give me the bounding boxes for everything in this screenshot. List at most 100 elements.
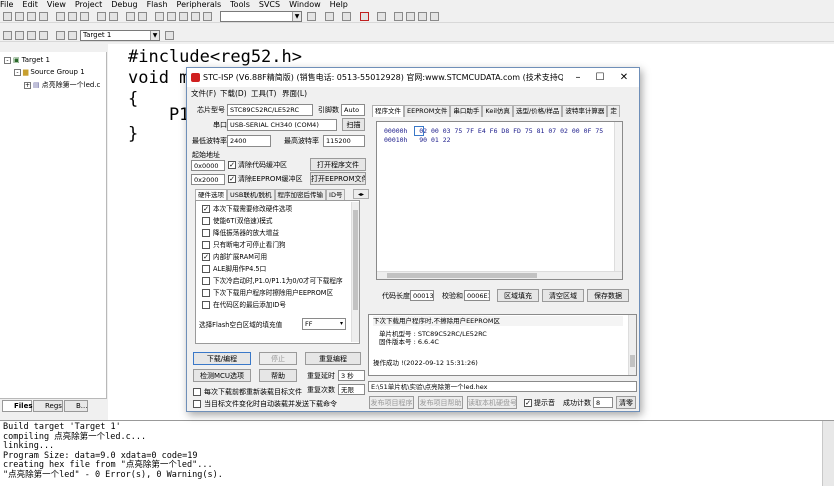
tree-file[interactable]: + ▤ 点亮除第一个led.c — [24, 80, 100, 90]
addr1-field[interactable]: 0x0000 — [191, 160, 225, 171]
port-select[interactable]: USB-SERIAL CH340 (COM4) — [227, 119, 337, 131]
menu-file[interactable]: File — [0, 0, 13, 9]
option-checkbox-6[interactable] — [202, 277, 210, 285]
tab-program-file[interactable]: 程序文件 — [372, 105, 404, 117]
collapse-icon[interactable]: - — [4, 57, 11, 64]
isp-titlebar[interactable]: STC-ISP (V6.88F精简版) (销售电话: 0513-55012928… — [187, 68, 639, 87]
tab-eeprom-file[interactable]: EEPROM文件 — [404, 105, 451, 117]
hex-hscrollbar[interactable] — [377, 271, 622, 279]
clear-area-button[interactable]: 清空区域 — [542, 289, 584, 302]
clear-code-checkbox[interactable]: ✓ — [228, 161, 236, 169]
unindent-icon[interactable] — [203, 12, 212, 21]
isp-menu-download[interactable]: 下载(D) — [220, 87, 247, 100]
chip-select[interactable]: STC89C52RC/LE52RC — [227, 104, 313, 116]
tree-group[interactable]: - ▆ Source Group 1 — [14, 68, 85, 76]
window-icon[interactable] — [418, 12, 427, 21]
menu-debug[interactable]: Debug — [111, 0, 137, 9]
manage-project-icon[interactable] — [165, 31, 174, 40]
open-program-button[interactable]: 打开程序文件 — [310, 158, 366, 171]
clear-breakpoints-icon[interactable] — [394, 12, 403, 21]
isp-menu-file[interactable]: 文件(F) — [191, 87, 216, 100]
hex-view[interactable]: 00000h 02 00 03 75 7F E4 F6 D8 FD 75 81 … — [376, 121, 623, 280]
open-eeprom-button[interactable]: 打开EEPROM文件 — [310, 172, 366, 185]
menu-view[interactable]: View — [47, 0, 66, 9]
cut-icon[interactable] — [56, 12, 65, 21]
repeat-count-select[interactable]: 无限 — [338, 384, 365, 395]
paste-icon[interactable] — [80, 12, 89, 21]
new-file-icon[interactable] — [3, 12, 12, 21]
tab-files[interactable]: Files — [2, 400, 33, 412]
reprogram-button[interactable]: 重复编程 — [305, 352, 361, 365]
tab-keil-sim[interactable]: Keil仿真 — [482, 105, 513, 117]
bookmark-next-icon[interactable] — [179, 12, 188, 21]
print-icon[interactable] — [342, 12, 351, 21]
fill-area-button[interactable]: 区域填充 — [497, 289, 539, 302]
read-serial-button[interactable]: 读取本机硬盘号 — [467, 396, 517, 409]
menu-project[interactable]: Project — [75, 0, 102, 9]
isp-menu-interface[interactable]: 界面(L) — [282, 87, 307, 100]
options-scroll-thumb[interactable] — [353, 210, 358, 310]
nav-forward-icon[interactable] — [138, 12, 147, 21]
collapse-icon[interactable]: - — [14, 69, 21, 76]
menu-peripherals[interactable]: Peripherals — [177, 0, 222, 9]
tree-target[interactable]: - ▣ Target 1 — [4, 56, 50, 64]
minimize-icon[interactable]: – — [567, 68, 589, 87]
indent-icon[interactable] — [191, 12, 200, 21]
chevron-down-icon[interactable]: ▼ — [150, 31, 159, 40]
menu-help[interactable]: Help — [330, 0, 348, 9]
save-data-button[interactable]: 保存数据 — [587, 289, 629, 302]
find-combo[interactable]: ▼ — [220, 11, 302, 22]
bookmark-icon[interactable] — [155, 12, 164, 21]
menu-tools[interactable]: Tools — [230, 0, 250, 9]
maximize-icon[interactable]: ☐ — [589, 68, 611, 87]
repeat-delay-select[interactable]: 3 秒 — [338, 370, 365, 381]
option-checkbox-8[interactable] — [202, 301, 210, 309]
detect-mcu-button[interactable]: 检测MCU选项 — [193, 369, 251, 382]
build-icon[interactable] — [15, 31, 24, 40]
target-select[interactable]: Target 1 ▼ — [80, 30, 160, 41]
help-button[interactable]: 帮助 — [259, 369, 297, 382]
bookmark-prev-icon[interactable] — [167, 12, 176, 21]
menu-flash[interactable]: Flash — [147, 0, 168, 9]
tab-scroll-arrows[interactable]: ◂▸ — [353, 189, 369, 199]
publish-help-button[interactable]: 发布项目帮助 — [418, 396, 463, 409]
breakpoint-icon[interactable] — [377, 12, 386, 21]
clear-eeprom-checkbox[interactable]: ✓ — [228, 175, 236, 183]
hex-path-field[interactable]: E:\51单片机\实验\点亮除第一个led.hex — [368, 381, 637, 392]
option-checkbox-5[interactable] — [202, 265, 210, 273]
stop-button[interactable]: 停止 — [259, 352, 297, 365]
tab-selection[interactable]: 选型/价格/样品 — [512, 105, 563, 117]
tab-baud-calc[interactable]: 波特率计算器 — [562, 105, 608, 117]
save-icon[interactable] — [27, 12, 36, 21]
output-scrollbar[interactable] — [822, 421, 834, 486]
download-icon[interactable] — [39, 31, 48, 40]
auto-send-checkbox[interactable] — [193, 400, 201, 408]
addr2-field[interactable]: 0x2000 — [191, 174, 225, 185]
menu-edit[interactable]: Edit — [22, 0, 38, 9]
close-icon[interactable]: ✕ — [613, 68, 635, 87]
tab-serial-helper[interactable]: 串口助手 — [450, 105, 483, 117]
stop-build-icon[interactable] — [56, 31, 65, 40]
chevron-down-icon[interactable]: ▾ — [340, 319, 343, 329]
status-scrollbar[interactable] — [628, 315, 636, 375]
find-in-files-icon[interactable] — [325, 12, 334, 21]
isp-menu-tools[interactable]: 工具(T) — [251, 87, 276, 100]
scan-button[interactable]: 扫描 — [342, 118, 365, 131]
debug-start-icon[interactable] — [360, 12, 369, 21]
tab-regs[interactable]: Regs — [33, 400, 63, 412]
clear-count-button[interactable]: 清零 — [616, 396, 636, 409]
copy-icon[interactable] — [68, 12, 77, 21]
pins-select[interactable]: Auto — [341, 104, 365, 116]
target-options-icon[interactable] — [68, 31, 77, 40]
chevron-down-icon[interactable]: ▼ — [292, 12, 301, 21]
publish-program-button[interactable]: 发布项目程序 — [369, 396, 414, 409]
tab-books[interactable]: B... — [64, 400, 88, 412]
option-checkbox-1[interactable] — [202, 217, 210, 225]
option-checkbox-0[interactable]: ✓ — [202, 205, 210, 213]
menu-window[interactable]: Window — [289, 0, 321, 9]
undo-icon[interactable] — [97, 12, 106, 21]
expand-icon[interactable]: + — [24, 82, 31, 89]
hex-vscrollbar[interactable] — [614, 122, 622, 271]
save-all-icon[interactable] — [39, 12, 48, 21]
option-checkbox-2[interactable] — [202, 229, 210, 237]
